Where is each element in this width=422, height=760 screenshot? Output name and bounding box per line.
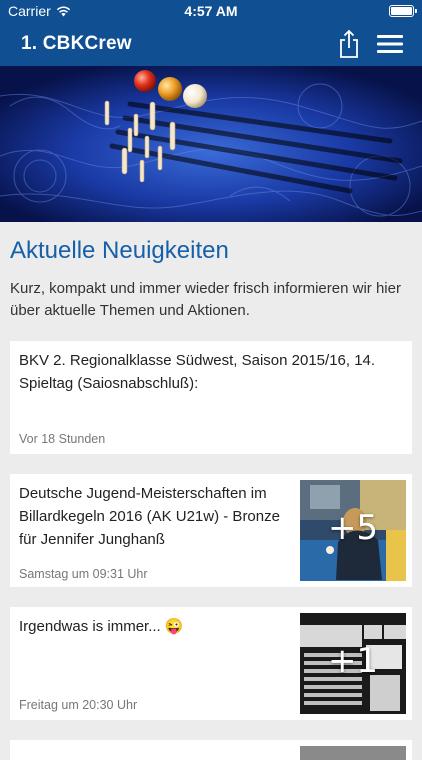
news-item[interactable]: Deutsche Jugend-Meisterschaften im Billa…: [10, 474, 412, 587]
news-item-thumbnail[interactable]: [300, 746, 406, 760]
news-item-thumbnail[interactable]: +1: [300, 613, 406, 714]
battery-icon: [389, 5, 417, 17]
share-icon[interactable]: [336, 29, 362, 59]
hero-banner-image: [0, 66, 422, 222]
news-item[interactable]: [10, 740, 412, 760]
news-item[interactable]: BKV 2. Regionalklasse Südwest, Saison 20…: [10, 341, 412, 454]
section-title: Aktuelle Neuigkeiten: [10, 237, 229, 264]
clock: 4:57 AM: [184, 3, 238, 19]
navigation-bar: 1. CBKCrew: [0, 22, 422, 66]
news-item-text: BKV 2. Regionalklasse Südwest, Saison 20…: [19, 352, 376, 392]
hamburger-menu-icon[interactable]: [377, 34, 403, 54]
section-intro-text: Kurz, kompakt und immer wieder frisch in…: [10, 280, 401, 319]
news-item-timestamp: Samstag um 09:31 Uhr: [19, 567, 148, 581]
news-item-text: Irgendwas is immer... 😜: [19, 618, 184, 635]
news-item[interactable]: Irgendwas is immer... 😜 Freitag um 20:30…: [10, 607, 412, 720]
news-item-text: Deutsche Jugend-Meisterschaften im Billa…: [19, 485, 280, 548]
image-count-badge: +1: [327, 641, 379, 681]
app-title: 1. CBKCrew: [21, 33, 132, 54]
news-item-timestamp: Vor 18 Stunden: [19, 432, 106, 446]
news-item-timestamp: Freitag um 20:30 Uhr: [19, 698, 138, 712]
news-item-thumbnail[interactable]: +5: [300, 480, 406, 581]
status-bar: Carrier 4:57 AM: [0, 0, 422, 22]
image-count-badge: +5: [327, 508, 379, 548]
